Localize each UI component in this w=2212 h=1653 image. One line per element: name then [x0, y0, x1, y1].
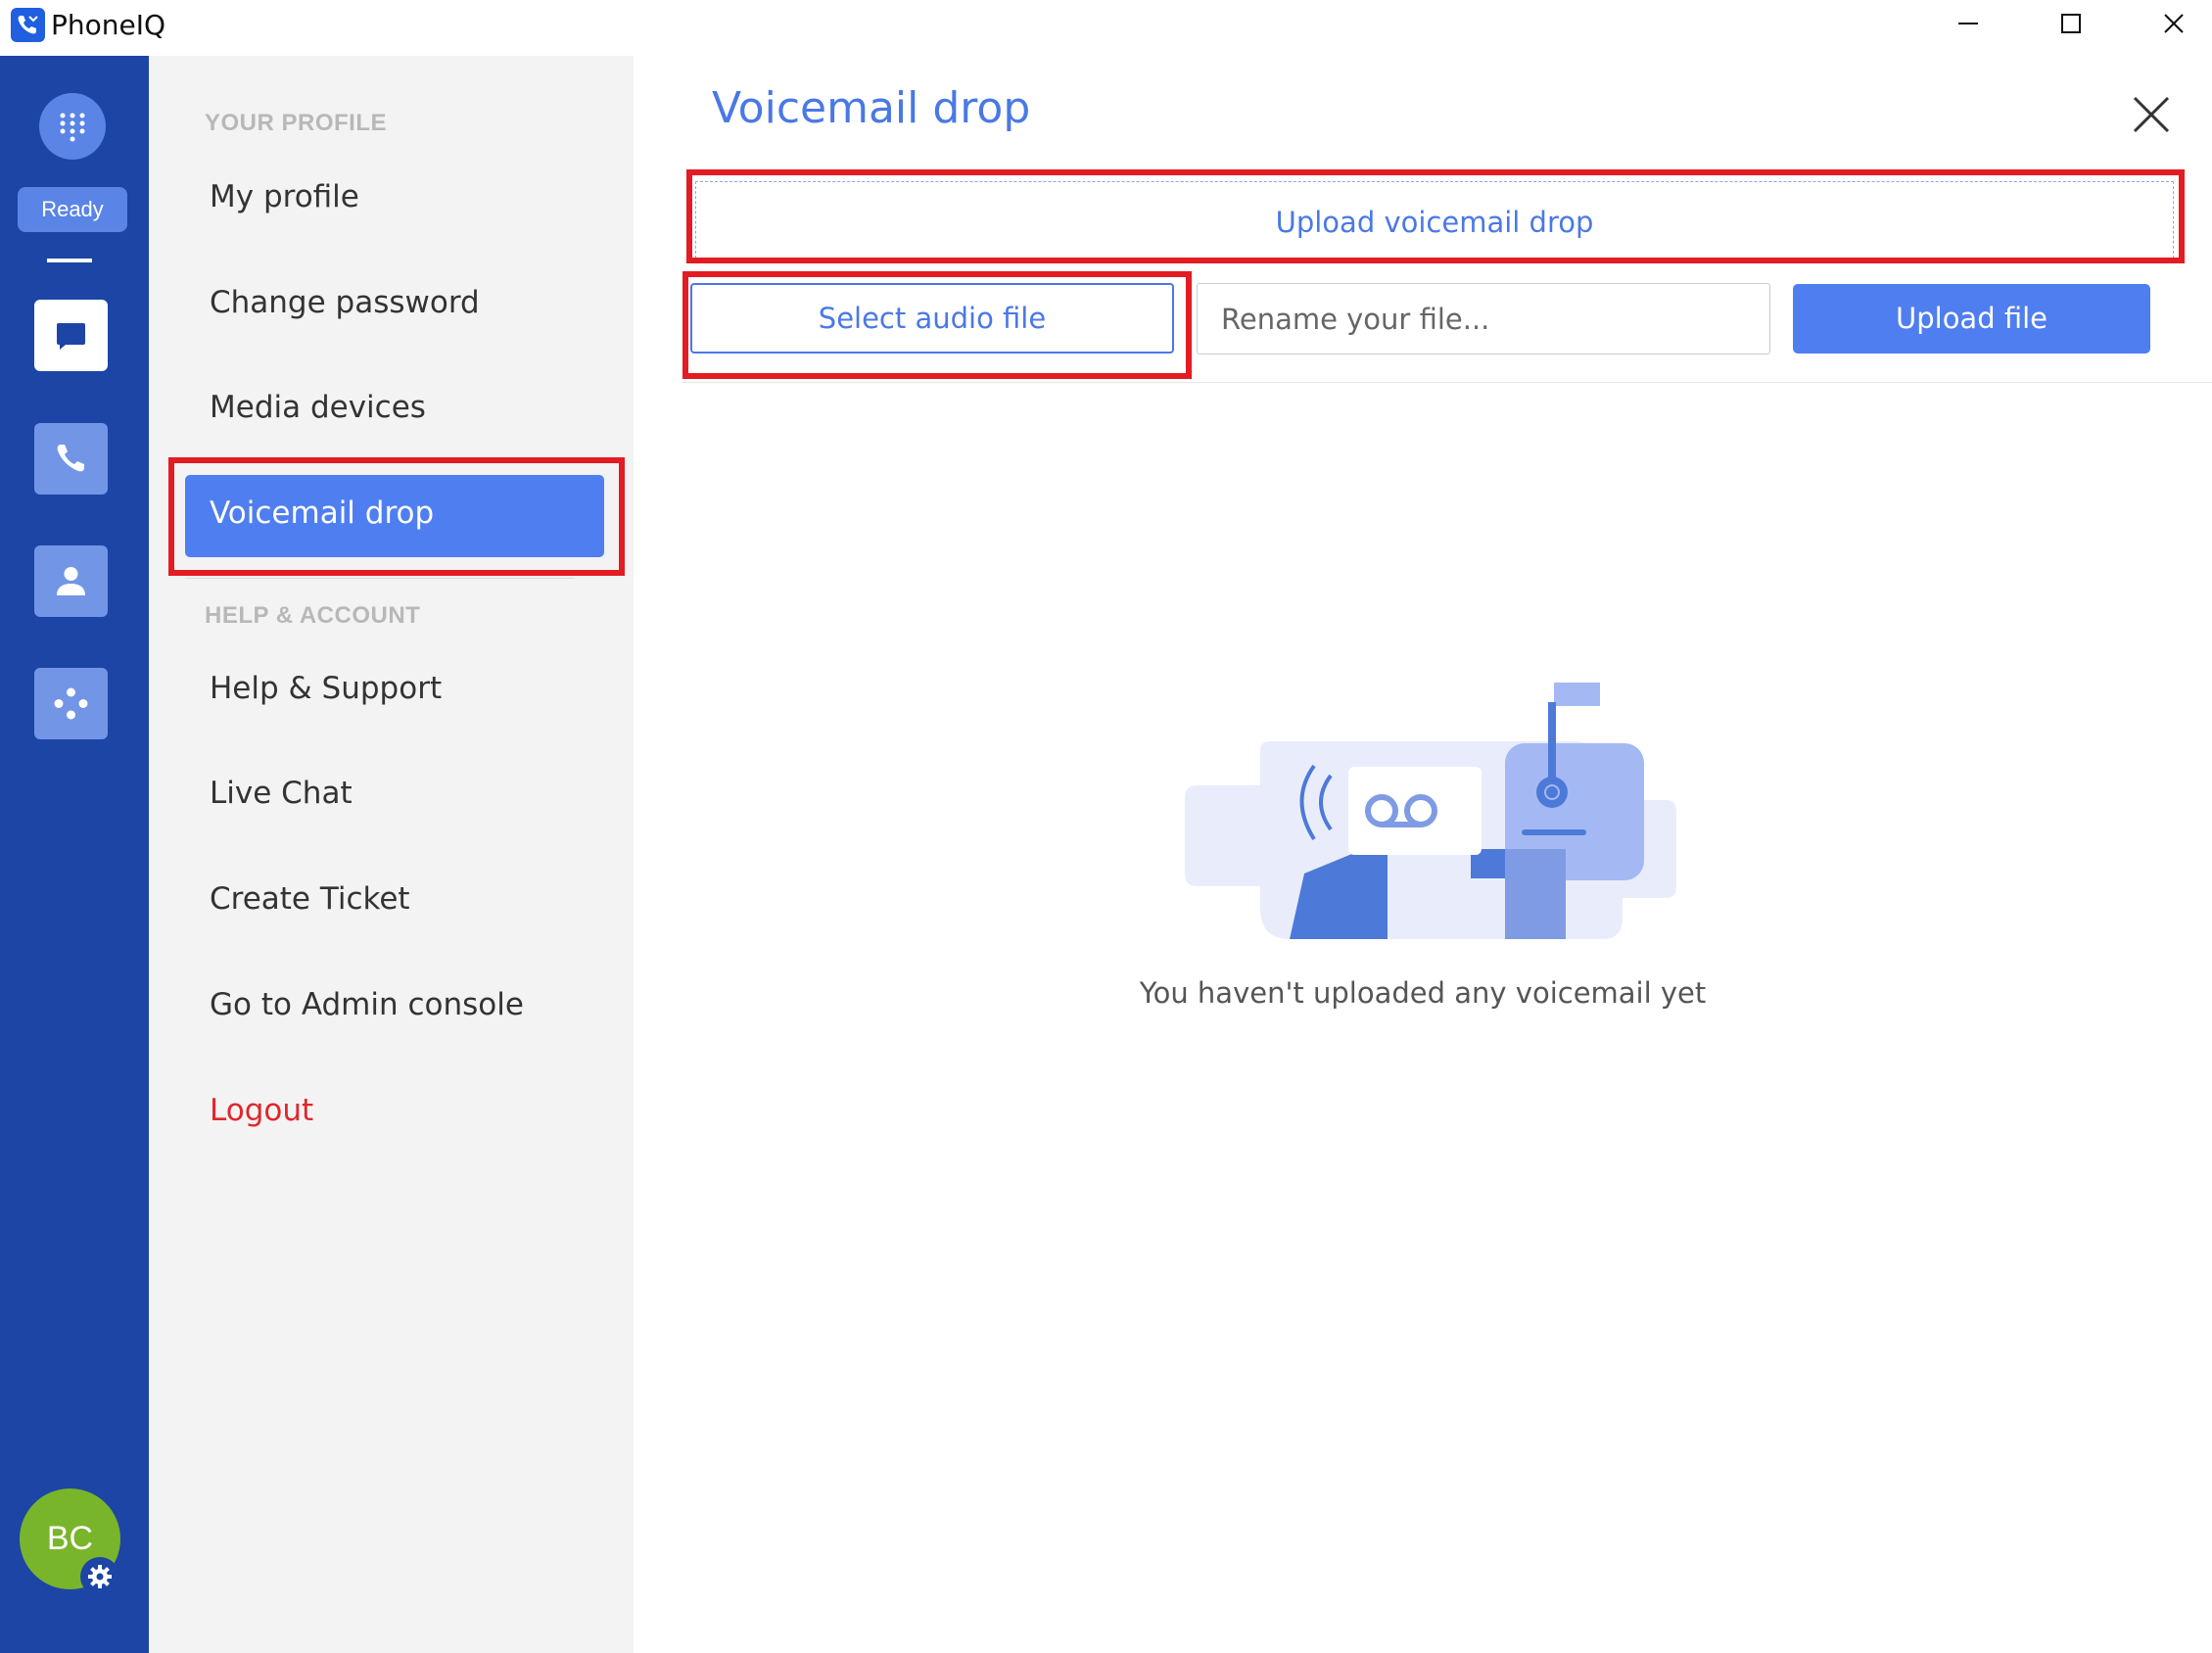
phone-icon: [57, 445, 84, 472]
minimize-button[interactable]: [1919, 0, 2017, 49]
menu-item-voicemail-drop[interactable]: Voicemail drop: [185, 475, 604, 557]
close-icon: [2164, 14, 2184, 33]
rail-item-integrations[interactable]: [34, 668, 108, 739]
menu-item-change-password[interactable]: Change password: [210, 285, 480, 320]
rename-file-input[interactable]: [1197, 283, 1770, 354]
voicemail-drop-panel: Voicemail drop Upload voicemail drop Sel…: [634, 56, 2212, 1653]
message-icon: [57, 323, 85, 350]
window-close-button[interactable]: [2125, 0, 2212, 49]
minimize-icon: [1958, 23, 1978, 24]
page-title: Voicemail drop: [712, 83, 1031, 133]
settings-menu: YOUR PROFILE My profile Change password …: [149, 56, 634, 1653]
menu-item-live-chat[interactable]: Live Chat: [210, 776, 353, 811]
rail-divider: [47, 259, 92, 262]
app-title: PhoneIQ: [51, 9, 166, 41]
content-divider: [682, 382, 2212, 383]
apps-icon: [54, 687, 88, 720]
menu-item-create-ticket[interactable]: Create Ticket: [210, 881, 410, 917]
contacts-icon: [57, 567, 85, 595]
menu-item-media-devices[interactable]: Media devices: [210, 390, 426, 425]
menu-item-help-support[interactable]: Help & Support: [210, 671, 442, 706]
menu-item-label: Voicemail drop: [210, 496, 435, 531]
maximize-button[interactable]: [2022, 0, 2120, 49]
empty-state-message: You haven't uploaded any voicemail yet: [1139, 976, 1707, 1010]
rail-item-contacts[interactable]: [34, 545, 108, 617]
rail-item-calls[interactable]: [34, 423, 108, 495]
dialpad-button[interactable]: [39, 93, 106, 160]
phoneiq-logo-icon: [11, 8, 45, 42]
menu-item-my-profile[interactable]: My profile: [210, 179, 359, 214]
section-header-profile: YOUR PROFILE: [205, 110, 388, 136]
empty-mailbox-illustration-icon: [1185, 683, 1676, 939]
upload-voicemail-drop-zone[interactable]: Upload voicemail drop: [695, 181, 2174, 263]
select-audio-file-button[interactable]: Select audio file: [690, 283, 1174, 354]
gear-icon: [88, 1565, 112, 1588]
status-badge[interactable]: Ready: [18, 187, 127, 232]
rail-item-messages[interactable]: [34, 300, 108, 371]
close-panel-button[interactable]: [2127, 90, 2176, 139]
menu-item-logout[interactable]: Logout: [210, 1093, 313, 1128]
section-header-help: HELP & ACCOUNT: [205, 602, 421, 629]
menu-item-admin-console[interactable]: Go to Admin console: [210, 987, 524, 1022]
upload-file-button[interactable]: Upload file: [1793, 284, 2150, 354]
maximize-icon: [2061, 14, 2081, 33]
avatar-settings-button[interactable]: [80, 1557, 119, 1596]
close-icon: [2133, 96, 2170, 133]
dialpad-icon: [60, 113, 85, 142]
menu-divider: [185, 578, 575, 579]
left-rail: Ready BC: [0, 56, 149, 1653]
title-bar: PhoneIQ: [0, 0, 2212, 56]
